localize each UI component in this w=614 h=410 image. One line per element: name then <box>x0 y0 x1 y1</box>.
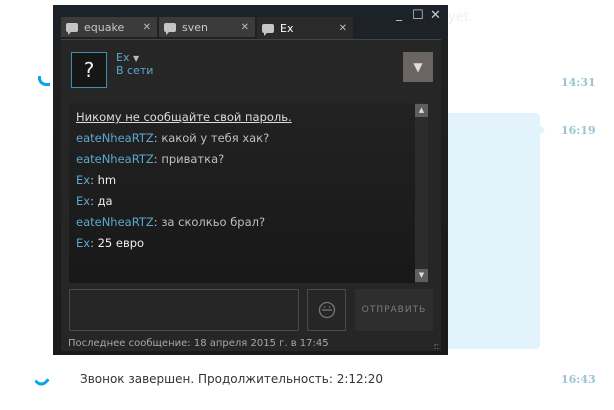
call-ended-text: Звонок завершен. Продолжительность: 2:12… <box>80 372 383 386</box>
background-text-fragment: yet. <box>448 10 473 25</box>
tab-label: sven <box>182 20 208 34</box>
friend-info[interactable]: Ex ▼ В сети <box>116 52 153 77</box>
friend-status: В сети <box>116 64 154 77</box>
close-tab-icon[interactable]: ✕ <box>241 22 249 33</box>
message-time: 16:19 <box>561 124 596 137</box>
tab-label: Ex <box>280 21 294 35</box>
chat-log: Никому не сообщайте свой пароль. eateNhe… <box>69 103 423 283</box>
last-message-info: Последнее сообщение: 18 апреля 2015 г. в… <box>68 338 329 349</box>
chevron-down-icon: ▼ <box>413 60 423 74</box>
scroll-down-icon[interactable]: ▼ <box>415 269 428 282</box>
friend-avatar[interactable]: ? <box>71 52 107 88</box>
close-tab-icon[interactable]: ✕ <box>339 23 347 34</box>
chat-bubble-icon <box>262 23 274 36</box>
chat-bubble-icon <box>66 22 78 35</box>
emoticon-button[interactable] <box>307 289 346 331</box>
chat-scrollbar[interactable]: ▲ ▼ <box>415 103 428 283</box>
friend-name: Ex <box>116 51 130 64</box>
security-notice[interactable]: Никому не сообщайте свой пароль. <box>76 110 292 124</box>
message-nick[interactable]: eateNheaRTZ <box>76 131 154 145</box>
tab-label: equake <box>84 20 125 34</box>
chat-message: eateNheaRTZ: за сколкьо брал? <box>76 215 266 229</box>
message-text: да <box>97 194 113 208</box>
chat-message: eateNheaRTZ: приватка? <box>76 152 225 166</box>
message-nick[interactable]: Ex <box>76 194 90 208</box>
chat-message: Ex: да <box>76 194 113 208</box>
send-button[interactable]: ОТПРАВИТЬ <box>355 289 433 331</box>
phone-icon <box>38 76 50 86</box>
maximize-button[interactable]: ☐ <box>412 8 424 23</box>
chat-message: eateNheaRTZ: какой у тебя хак? <box>76 131 270 145</box>
resize-grip-icon[interactable]: ..:. <box>434 339 439 351</box>
message-nick[interactable]: Ex <box>76 173 90 187</box>
message-nick[interactable]: eateNheaRTZ <box>76 215 154 229</box>
steam-chat-window: equake ✕ sven ✕ Ex ✕ _ ☐ ✕ ? Ex ▼ В сети… <box>53 5 448 355</box>
smiley-icon <box>318 301 335 319</box>
message-text: hm <box>97 173 117 187</box>
call-end-time: 16:43 <box>561 373 596 386</box>
tab-ex[interactable]: Ex ✕ <box>257 17 353 39</box>
scroll-up-icon[interactable]: ▲ <box>415 104 428 117</box>
message-nick[interactable]: eateNheaRTZ <box>76 152 154 166</box>
message-input[interactable] <box>69 289 299 331</box>
close-tab-icon[interactable]: ✕ <box>143 22 151 33</box>
message-text: за сколкьо брал? <box>161 215 266 229</box>
chat-message: Ex: hm <box>76 173 117 187</box>
chat-panel: ? Ex ▼ В сети ▼ Никому не сообщайте свой… <box>61 39 441 351</box>
chat-message: Ex: 25 евро <box>76 236 145 250</box>
chat-menu-button[interactable]: ▼ <box>403 52 433 82</box>
dropdown-arrow-icon: ▼ <box>132 54 140 63</box>
tab-sven[interactable]: sven ✕ <box>159 17 255 37</box>
message-text: 25 евро <box>97 236 145 250</box>
tab-equake[interactable]: equake ✕ <box>61 17 157 37</box>
message-text: приватка? <box>161 152 225 166</box>
chat-bubble-icon <box>164 22 176 35</box>
minimize-button[interactable]: _ <box>396 7 402 21</box>
call-time: 14:31 <box>561 76 596 89</box>
message-nick[interactable]: Ex <box>76 236 90 250</box>
message-text: какой у тебя хак? <box>161 131 270 145</box>
phone-hangup-icon <box>34 373 50 389</box>
close-button[interactable]: ✕ <box>430 8 441 23</box>
